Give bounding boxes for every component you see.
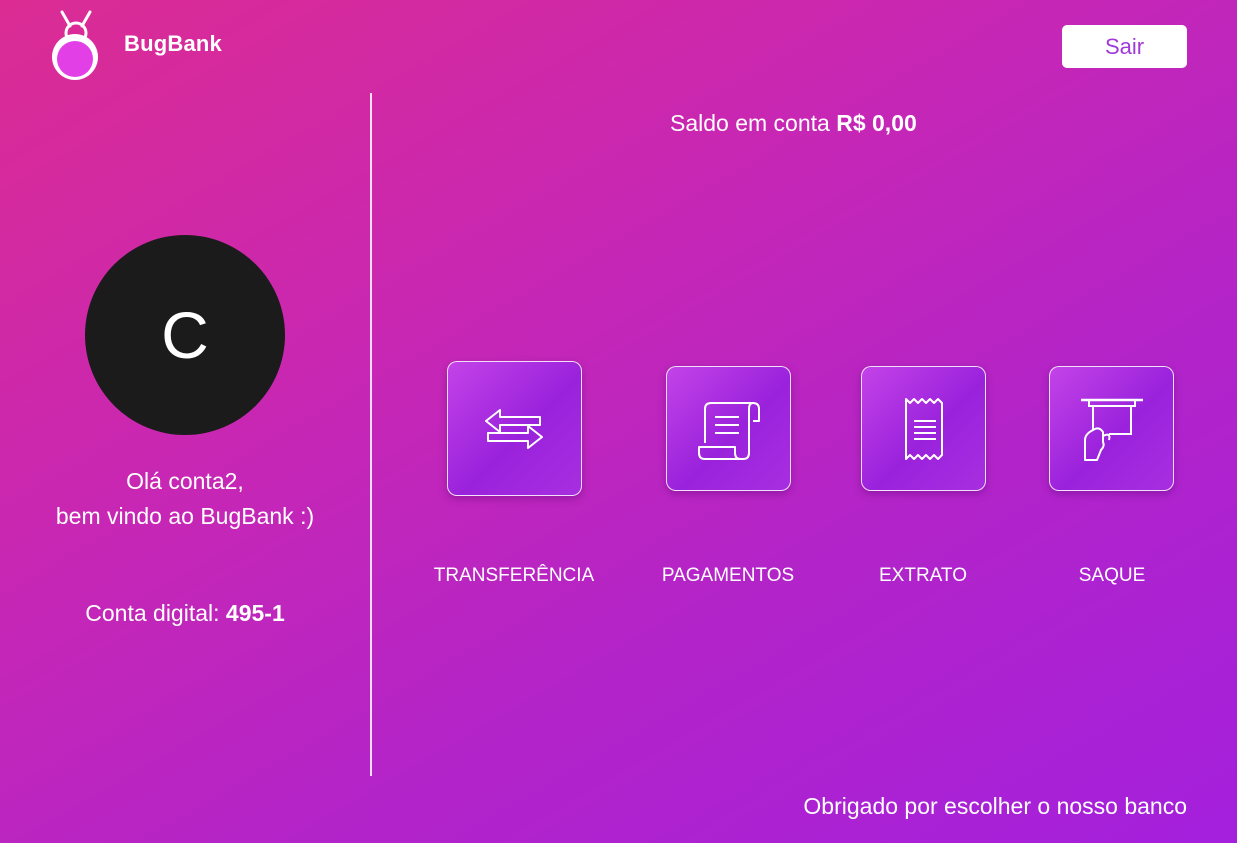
withdraw-button[interactable] <box>1049 366 1174 491</box>
withdraw-label: SAQUE <box>1078 565 1146 586</box>
statement-button[interactable] <box>861 366 986 491</box>
balance-label: Saldo em conta <box>670 110 830 136</box>
footer-text: Obrigado por escolher o nosso banco <box>803 793 1187 819</box>
brand-logo[interactable]: BugBank <box>48 8 222 80</box>
brand-name: BugBank <box>124 31 222 56</box>
payments-button[interactable] <box>666 366 791 491</box>
greeting-line-2: bem vindo ao BugBank :) <box>55 503 315 529</box>
transfer-button[interactable] <box>447 361 582 496</box>
bug-icon <box>52 10 98 80</box>
statement-label: EXTRATO <box>879 565 967 586</box>
payments-label: PAGAMENTOS <box>661 565 795 586</box>
receipt-icon <box>904 397 943 460</box>
greeting-line-1: Olá conta2, <box>126 468 244 494</box>
avatar: C <box>85 235 285 435</box>
transfer-arrows-icon <box>484 408 543 449</box>
logout-button[interactable]: Sair <box>1062 25 1187 68</box>
transfer-label: TRANSFERÊNCIA <box>433 565 595 586</box>
scroll-bill-icon <box>697 401 760 460</box>
account-info: Conta digital: 495-1 <box>0 600 370 627</box>
avatar-initial: C <box>161 298 209 372</box>
account-number: 495-1 <box>225 600 285 626</box>
atm-withdraw-icon <box>1080 398 1143 461</box>
account-label: Conta digital: <box>85 600 220 626</box>
balance-display: Saldo em conta R$ 0,00 <box>670 110 917 137</box>
vertical-divider <box>370 93 372 776</box>
balance-value: R$ 0,00 <box>836 110 917 136</box>
